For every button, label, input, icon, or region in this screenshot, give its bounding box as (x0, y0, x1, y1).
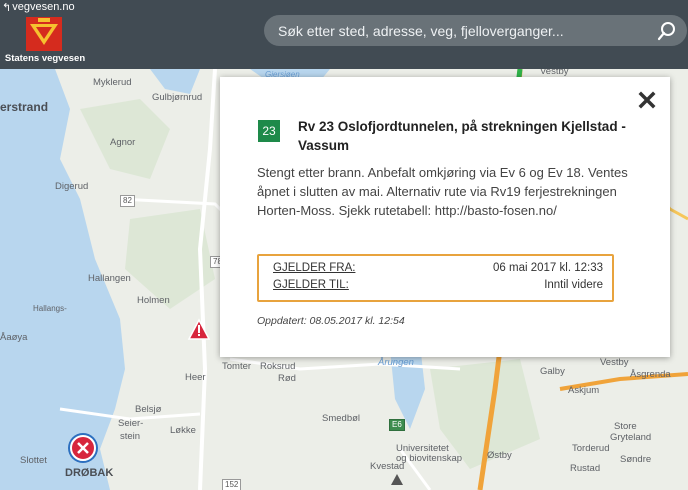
map-place-label: Agnor (110, 137, 136, 148)
map-place-label: Tomter (222, 361, 252, 372)
map-place-label: Roksrud (260, 361, 296, 372)
valid-from-row: GJELDER FRA: 06 mai 2017 kl. 12:33 (273, 262, 603, 278)
close-icon[interactable] (638, 91, 656, 109)
valid-to-row: GJELDER TIL: Inntil videre (273, 279, 603, 295)
map-place-label: Torderud (572, 443, 610, 454)
map-place-label: Hallangs- (33, 304, 67, 313)
road-number-badge: 23 (258, 120, 280, 142)
map-place-label: Gulbjørnrud (152, 92, 203, 103)
map-place-label: Hallangen (88, 273, 131, 284)
map-place-label: Slottet (20, 455, 47, 466)
logo-emblem-icon (26, 17, 62, 51)
map-place-label: Vestby (600, 357, 629, 368)
road-number-label: 152 (222, 479, 242, 490)
map-place-label: Holmen (137, 295, 170, 306)
map-place-label: Østby (487, 450, 512, 461)
search-input[interactable] (278, 15, 648, 46)
incident-description: Stengt etter brann. Anbefalt omkjøring v… (257, 165, 628, 218)
map-place-label: Årungen (378, 357, 414, 368)
valid-from-value: 06 mai 2017 kl. 12:33 (493, 262, 603, 274)
map-place-label: Myklerud (93, 77, 132, 88)
logo[interactable]: Statens vegvesen (0, 15, 90, 67)
updated-timestamp: Oppdatert: 08.05.2017 kl. 12:54 (257, 315, 405, 327)
validity-box: GJELDER FRA: 06 mai 2017 kl. 12:33 GJELD… (257, 254, 614, 302)
map-place-label: stein (120, 431, 141, 442)
logo-text: Statens vegvesen (4, 53, 86, 64)
map-place-label: og biovitenskap (396, 453, 463, 464)
back-link-label: vegvesen.no (12, 1, 75, 13)
search-icon[interactable] (657, 21, 677, 41)
map-place-label: Kvestad (370, 461, 405, 472)
map-place-label: Belsjø (135, 404, 162, 415)
map-place-label: Smedbøl (322, 413, 361, 424)
map-place-label: Digerud (55, 181, 89, 192)
map-place-label: DRØBAK (65, 467, 114, 479)
map-place-label: Gryteland (610, 432, 652, 443)
map-place-label: Vestby (540, 69, 569, 77)
road-number-label: E6 (389, 419, 405, 431)
map-place-label: Rød (278, 373, 296, 384)
valid-to-label: GJELDER TIL: (273, 279, 349, 291)
map-place-label: Rustad (570, 463, 601, 474)
top-bar: ↰ vegvesen.no Statens vegvesen (0, 0, 688, 69)
valid-from-label: GJELDER FRA: (273, 262, 356, 274)
road-number-label: 82 (120, 195, 135, 207)
back-arrow-icon: ↰ (2, 1, 12, 14)
map-place-label: Seier- (118, 418, 144, 429)
map-place-label: Galby (540, 366, 565, 377)
incident-title: Rv 23 Oslofjordtunnelen, på strekningen … (298, 119, 626, 153)
search-bar[interactable] (264, 15, 687, 46)
map-place-label: Heer (185, 372, 206, 383)
map-place-label: Søndre (620, 454, 652, 465)
map-place-label: erstrand (0, 100, 49, 114)
map-place-label: Store (614, 421, 637, 432)
valid-to-value: Inntil videre (544, 279, 603, 291)
map-place-label: Åaøya (0, 332, 28, 343)
map-place-label: Løkke (170, 425, 196, 436)
back-link[interactable]: ↰ vegvesen.no (2, 0, 75, 14)
map-place-label: Åsgrenda (630, 369, 671, 380)
road-closed-icon[interactable] (68, 433, 98, 463)
map-place-label: Askjum (568, 385, 600, 396)
incident-popup: 23 Rv 23 Oslofjordtunnelen, på strekning… (220, 77, 670, 357)
